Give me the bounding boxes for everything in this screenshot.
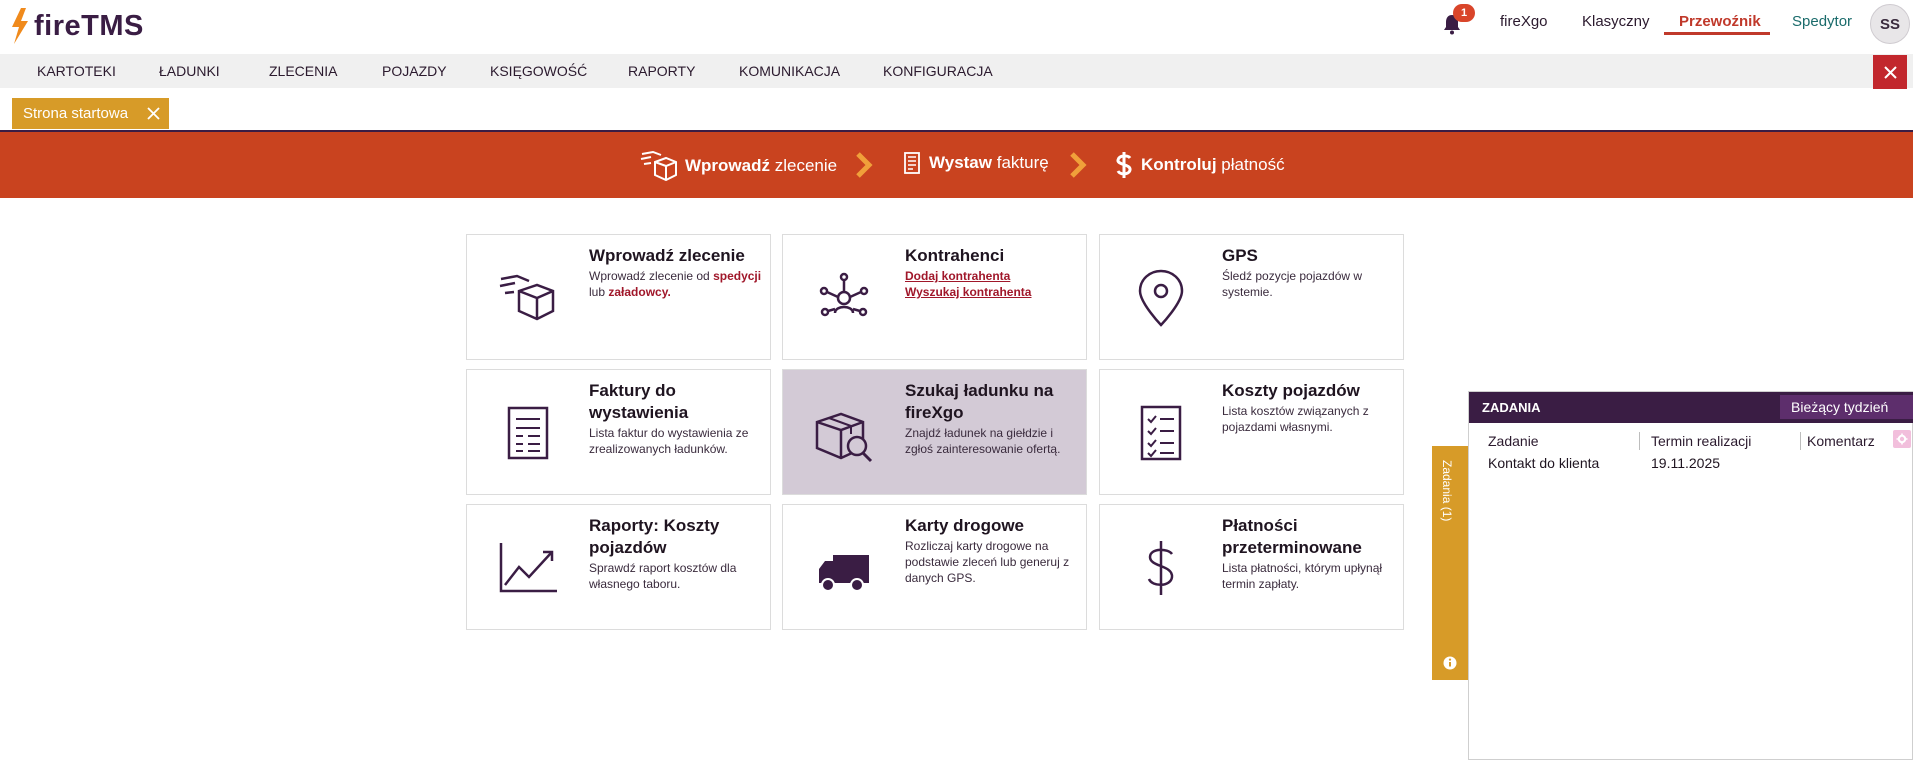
link-spedycji[interactable]: spedycji <box>713 269 761 283</box>
banner-step-label: Wystaw fakturę <box>929 153 1049 172</box>
boxes-icon <box>640 151 677 181</box>
tile-description: Dodaj kontrahenta Wyszukaj kontrahenta <box>905 268 1080 300</box>
tile-wprowadz-zlecenie[interactable]: Wprowadź zlecenie Wprowadź zlecenie od s… <box>466 234 771 360</box>
active-mode-underline <box>1664 32 1770 35</box>
tile-description: Śledź pozycje pojazdów w systemie. <box>1222 269 1363 299</box>
tasks-panel: ZADANIA Bieżący tydzień Zadanie Termin r… <box>1468 391 1913 760</box>
tile-title: Wprowadź zlecenie <box>589 246 745 265</box>
link-zaladowcy[interactable]: załadowcy. <box>608 285 670 299</box>
column-separator <box>1639 432 1640 450</box>
week-filter-select[interactable]: Bieżący tydzień <box>1780 395 1913 419</box>
tile-karty-drogowe[interactable]: Karty drogowe Rozliczaj karty drogowe na… <box>782 504 1087 630</box>
truck-icon <box>819 555 869 592</box>
tile-kontrahenci[interactable]: Kontrahenci Dodaj kontrahenta Wyszukaj k… <box>782 234 1087 360</box>
tile-title: Koszty pojazdów <box>1222 381 1360 400</box>
mode-przewoznik[interactable]: Przewoźnik <box>1679 13 1761 30</box>
menu-item-pojazdy[interactable]: POJAZDY <box>382 63 447 79</box>
tile-title: Faktury do wystawienia <box>589 381 689 422</box>
column-header-zadanie[interactable]: Zadanie <box>1488 433 1539 449</box>
menu-item-kartoteki[interactable]: KARTOTEKI <box>37 63 116 79</box>
workflow-banner: Wprowadź zlecenie Wystaw fakturę Kontrol… <box>0 132 1913 198</box>
banner-step-zlecenie[interactable]: Wprowadź zlecenie <box>639 151 837 181</box>
logo-text: fireTMS <box>34 9 144 42</box>
tile-title: GPS <box>1222 246 1258 265</box>
tile-title: Raporty: Koszty pojazdów <box>589 516 720 557</box>
banner-step-label: Wprowadź zlecenie <box>685 156 838 175</box>
top-bar: fireTMS 1 fireXgo Klasyczny Przewoźnik S… <box>0 0 1913 54</box>
tab-label: Strona startowa <box>23 105 129 122</box>
dollar-icon <box>1147 541 1174 595</box>
tile-description: Znajdź ładunek na giełdzie i zgłoś zaint… <box>905 426 1061 456</box>
checklist-icon <box>1140 405 1182 461</box>
tile-description: Sprawdź raport kosztów dla własnego tabo… <box>589 561 737 591</box>
menu-item-komunikacja[interactable]: KOMUNIKACJA <box>739 63 840 79</box>
boxes-icon <box>499 274 555 321</box>
tasks-panel-header: ZADANIA Bieżący tydzień <box>1469 392 1913 423</box>
column-header-termin[interactable]: Termin realizacji <box>1651 433 1751 449</box>
tile-platnosci-przeterminowane[interactable]: Płatności przeterminowane Lista płatnośc… <box>1099 504 1404 630</box>
link-wyszukaj-kontrahenta[interactable]: Wyszukaj kontrahenta <box>905 284 1080 300</box>
tile-faktury-do-wystawienia[interactable]: Faktury do wystawienia Lista faktur do w… <box>466 369 771 495</box>
tasks-panel-title: ZADANIA <box>1482 400 1541 415</box>
menu-item-konfiguracja[interactable]: KONFIGURACJA <box>883 63 993 79</box>
tile-raporty-koszty[interactable]: Raporty: Koszty pojazdów Sprawdź raport … <box>466 504 771 630</box>
notification-badge: 1 <box>1453 4 1475 22</box>
chevron-right-icon <box>856 152 873 178</box>
network-icon <box>819 272 869 317</box>
banner-step-label: Kontroluj płatność <box>1141 155 1285 174</box>
menu-item-ksiegowosc[interactable]: KSIĘGOWOŚĆ <box>490 63 587 79</box>
tile-title: Kontrahenci <box>905 246 1005 265</box>
location-pin-icon <box>1138 269 1184 327</box>
tab-strona-startowa[interactable]: Strona startowa <box>12 98 169 129</box>
info-icon[interactable] <box>1441 654 1459 672</box>
banner-step-platnosc[interactable]: Kontroluj płatność <box>1115 151 1285 179</box>
link-dodaj-kontrahenta[interactable]: Dodaj kontrahenta <box>905 268 1080 284</box>
menu-item-ladunki[interactable]: ŁADUNKI <box>159 63 220 79</box>
close-icon[interactable] <box>147 107 160 120</box>
tile-title: Płatności przeterminowane <box>1222 516 1362 557</box>
close-icon <box>1883 65 1897 79</box>
task-name: Kontakt do klienta <box>1488 455 1600 471</box>
dollar-icon <box>1116 152 1132 178</box>
banner-step-faktura[interactable]: Wystaw fakturę <box>903 151 1049 175</box>
tile-description: Lista faktur do wystawienia ze zrealizow… <box>589 426 749 456</box>
task-deadline: 19.11.2025 <box>1651 455 1721 471</box>
tasks-side-tab-label: Zadania (1) <box>1440 460 1454 522</box>
menu-item-raporty[interactable]: RAPORTY <box>628 63 695 79</box>
mode-klasyczny[interactable]: Klasyczny <box>1582 13 1650 30</box>
tile-title: Karty drogowe <box>905 516 1025 535</box>
invoice-icon <box>507 406 549 460</box>
mode-spedytor[interactable]: Spedytor <box>1792 13 1852 30</box>
logo[interactable]: fireTMS <box>10 8 144 44</box>
table-settings-button[interactable] <box>1893 430 1911 448</box>
chart-up-icon <box>499 543 557 593</box>
menu-item-zlecenia[interactable]: ZLECENIA <box>269 63 337 79</box>
tile-description: Lista kosztów związanych z pojazdami wła… <box>1222 404 1369 434</box>
tasks-side-tab[interactable]: Zadania (1) <box>1432 446 1469 680</box>
tile-title: Szukaj ładunku na fireXgo <box>905 381 1054 422</box>
column-header-komentarz[interactable]: Komentarz <box>1807 433 1875 449</box>
gear-icon <box>1896 433 1908 445</box>
invoice-icon <box>904 152 920 174</box>
chevron-right-icon <box>1070 152 1087 178</box>
close-all-tabs-button[interactable] <box>1873 55 1907 89</box>
tile-koszty-pojazdow[interactable]: Koszty pojazdów Lista kosztów związanych… <box>1099 369 1404 495</box>
tile-description: Lista płatności, którym upłynął termin z… <box>1222 561 1383 591</box>
mode-firexgo[interactable]: fireXgo <box>1500 13 1548 30</box>
tile-description: Rozliczaj karty drogowe na podstawie zle… <box>905 539 1070 585</box>
tile-szukaj-ladunku[interactable]: Szukaj ładunku na fireXgo Znajdź ładunek… <box>782 369 1087 495</box>
tile-description: Wprowadź zlecenie od spedycji lub załado… <box>589 269 762 299</box>
main-menu: KARTOTEKI ŁADUNKI ZLECENIA POJAZDY KSIĘG… <box>0 54 1913 88</box>
box-search-icon <box>815 412 873 463</box>
tile-gps[interactable]: GPS Śledź pozycje pojazdów w systemie. <box>1099 234 1404 360</box>
flame-icon <box>12 8 28 44</box>
column-separator <box>1800 432 1801 450</box>
avatar[interactable]: SS <box>1870 4 1910 44</box>
